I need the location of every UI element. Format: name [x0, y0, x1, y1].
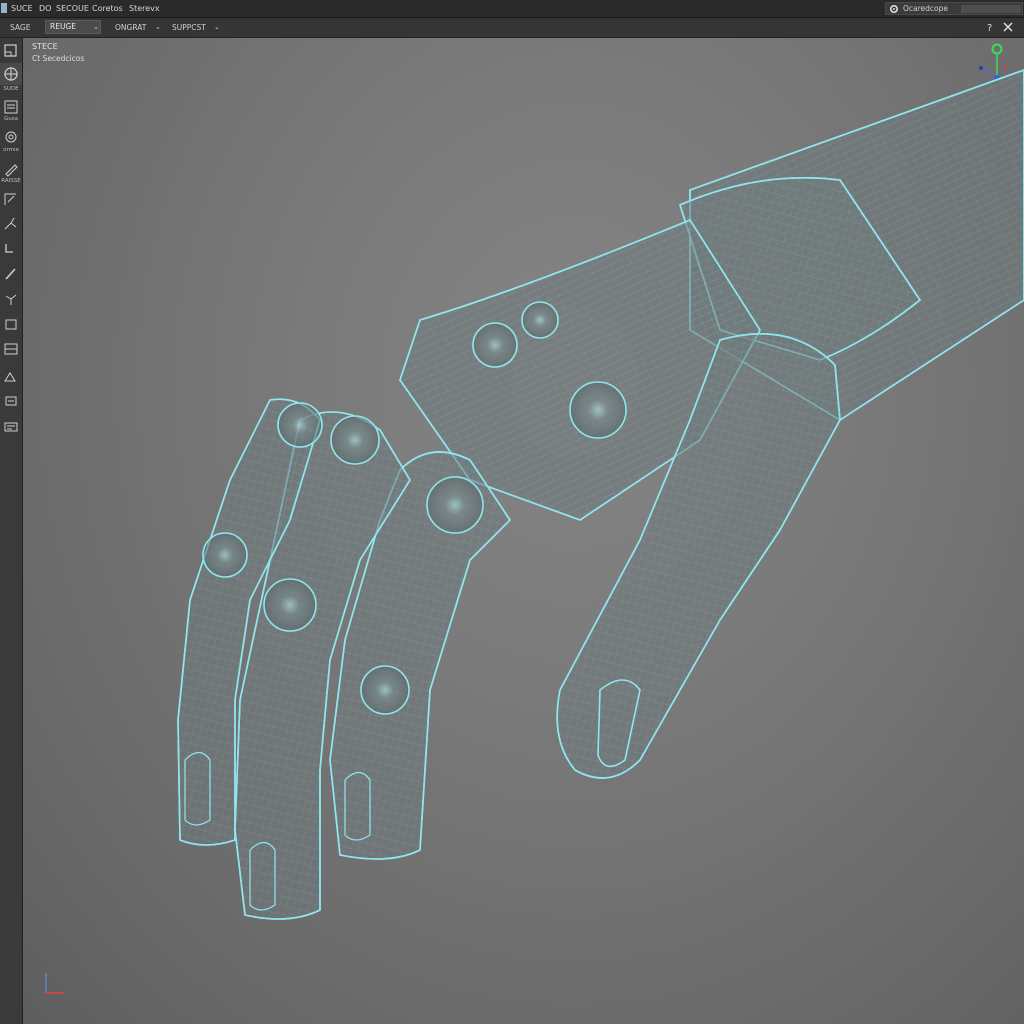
tool-panel: SUDE Gusa ormie RAISSE — [0, 38, 23, 1024]
chevron-down-icon[interactable]: ⌄ — [93, 23, 99, 31]
toolbar-item-ongrat[interactable]: ONGRAT — [115, 18, 146, 37]
target-icon — [5, 131, 17, 143]
search-input[interactable] — [961, 5, 1021, 13]
joint-icon — [5, 294, 17, 305]
menu-bar: SUCE DO SECOUE Coretos Sterevx Ocaredcop… — [0, 0, 1024, 18]
tool-move[interactable] — [0, 213, 22, 235]
tool-label-ormie: ormie — [3, 147, 19, 153]
tool-frame[interactable] — [0, 188, 22, 210]
3d-viewport[interactable]: STECE Ct Secedcicos x — [23, 38, 1024, 1024]
tool-list[interactable] — [0, 96, 22, 118]
tool-joint[interactable] — [0, 288, 22, 310]
tool-corner[interactable] — [0, 238, 22, 260]
frame-icon — [4, 193, 16, 205]
tool-select[interactable] — [0, 40, 22, 62]
toolbar: SAGE REUGE ⌄ ONGRAT ⌄ SUPPCST ⌄ ? — [0, 18, 1024, 38]
gear-icon[interactable] — [889, 4, 899, 14]
toolbar-label-sage[interactable]: SAGE — [10, 18, 30, 37]
knuckle-joint — [569, 381, 627, 439]
knuckle-joint — [521, 301, 559, 339]
select-tool-icon — [4, 44, 17, 57]
tool-layers[interactable] — [0, 338, 22, 360]
help-icon[interactable]: ? — [985, 21, 997, 33]
chevron-down-icon[interactable]: ⌄ — [214, 23, 220, 31]
tool-pencil[interactable] — [0, 158, 22, 180]
stack-icon — [5, 396, 17, 406]
tool-sculpt[interactable] — [0, 365, 22, 387]
tool-globe[interactable] — [0, 63, 22, 85]
knuckle-joint — [263, 578, 317, 632]
close-icon[interactable] — [1002, 21, 1014, 33]
tool-target[interactable] — [0, 126, 22, 148]
tool-label-raisse: RAISSE — [1, 178, 21, 184]
settings-icon — [4, 422, 18, 432]
search-placeholder: Ocaredcope — [903, 4, 949, 13]
tool-settings[interactable] — [0, 416, 22, 438]
move-icon — [4, 217, 17, 230]
search-box[interactable]: Ocaredcope — [885, 2, 1023, 15]
globe-icon — [4, 67, 18, 81]
menu-item-coretos[interactable]: Coretos — [92, 0, 123, 17]
brush-icon — [5, 268, 16, 280]
chevron-down-icon[interactable]: ⌄ — [155, 23, 161, 31]
tool-label-gusa: Gusa — [4, 116, 18, 122]
menu-item-do[interactable]: DO — [39, 0, 51, 17]
tool-brush[interactable] — [0, 263, 22, 285]
wireframe-robot-hand[interactable] — [23, 38, 1024, 1024]
box-icon — [5, 319, 17, 330]
tool-label-sude: SUDE — [3, 86, 19, 92]
knuckle-joint — [360, 665, 410, 715]
svg-text:?: ? — [987, 23, 992, 33]
list-icon — [4, 100, 18, 114]
tool-box[interactable] — [0, 313, 22, 335]
menu-item-suce[interactable]: SUCE — [11, 0, 33, 17]
layers-icon — [4, 343, 18, 355]
sculpt-icon — [4, 372, 16, 382]
knuckle-joint — [202, 532, 248, 578]
app-icon — [1, 3, 7, 13]
tool-stack[interactable] — [0, 390, 22, 412]
knuckle-joint — [426, 476, 484, 534]
knuckle-joint — [330, 415, 380, 465]
menu-item-secoue[interactable]: SECOUE — [56, 0, 89, 17]
corner-icon — [5, 244, 13, 253]
pencil-icon — [5, 164, 18, 177]
knuckle-joint — [277, 402, 323, 448]
menu-item-sterevx[interactable]: Sterevx — [129, 0, 160, 17]
mode-select-value: REUGE — [50, 22, 76, 31]
toolbar-item-suppcst[interactable]: SUPPCST — [172, 18, 206, 37]
axis-indicator-icon — [45, 973, 65, 994]
knuckle-joint — [472, 322, 518, 368]
